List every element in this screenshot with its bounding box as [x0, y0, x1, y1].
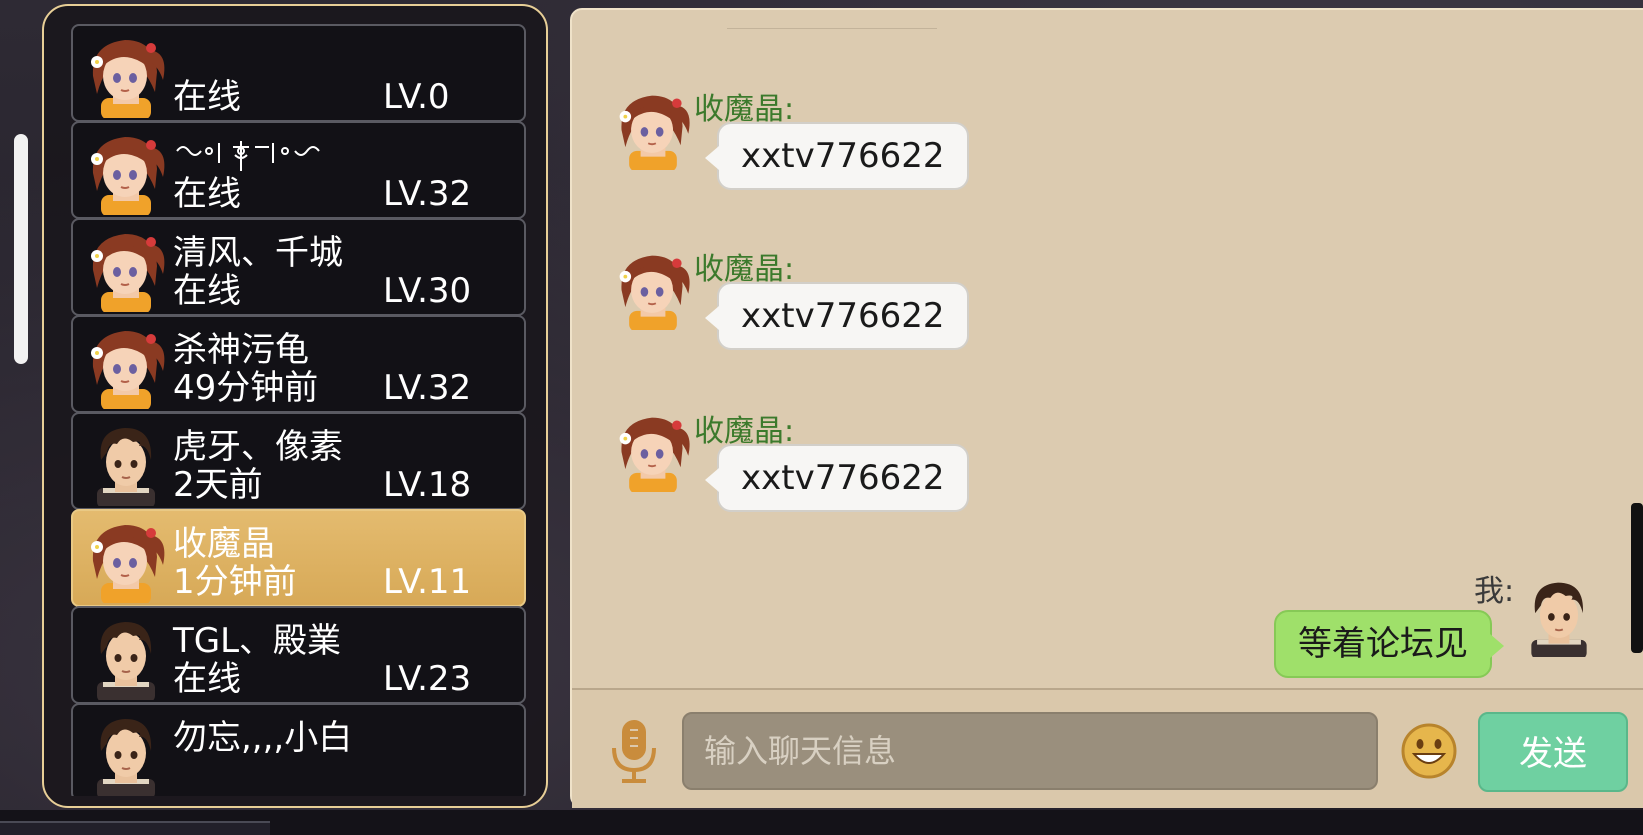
chat-message-input[interactable]	[682, 712, 1378, 790]
friend-level: LV.32	[383, 174, 472, 214]
friend-name: 勿忘,,,,小白	[173, 718, 353, 758]
friend-status: 49分钟前	[173, 368, 319, 408]
screen-scrollbar[interactable]	[14, 134, 28, 364]
chat-input-bar: 发送	[572, 688, 1643, 808]
friend-level: LV.18	[383, 465, 472, 505]
friend-status: 1分钟前	[173, 562, 297, 602]
boy-avatar-icon	[83, 711, 169, 796]
boy-avatar-icon	[1518, 575, 1600, 657]
message-bubble: xxtv776622	[705, 282, 969, 350]
boy-avatar-icon	[83, 420, 169, 506]
girl-avatar-icon	[612, 410, 694, 492]
chat-divider	[727, 28, 937, 29]
friend-status: 在线	[173, 174, 241, 214]
friend-row-selected[interactable]: 收魔晶 1分钟前 LV.11	[71, 509, 526, 607]
friend-name: 杀神污龟	[173, 330, 309, 370]
side-panel-edge	[1631, 503, 1643, 653]
bottom-tab	[0, 821, 270, 835]
chat-panel: 收魔晶: xxtv776622 收魔晶: xxtv776622 收魔晶: xxt…	[570, 8, 1643, 808]
boy-avatar-icon	[83, 614, 169, 700]
friend-name: 清风、千城	[173, 233, 343, 273]
friend-status: 2天前	[173, 465, 263, 505]
friend-row[interactable]: 在线 LV.32	[71, 121, 526, 219]
message-bubble: xxtv776622	[705, 444, 969, 512]
friend-name: TGL、殿業	[173, 621, 342, 661]
friend-level: LV.30	[383, 271, 472, 311]
friend-level: LV.11	[383, 562, 472, 602]
friend-status: 在线	[173, 77, 241, 117]
girl-avatar-icon	[612, 248, 694, 330]
friend-status: 在线	[173, 659, 241, 699]
friend-level: LV.32	[383, 368, 472, 408]
girl-avatar-icon	[83, 323, 169, 409]
send-button[interactable]: 发送	[1478, 712, 1628, 792]
my-message-bubble: 等着论坛见	[1274, 610, 1504, 678]
girl-avatar-icon	[83, 517, 169, 603]
smiley-face-icon[interactable]	[1400, 722, 1458, 780]
my-sender-label: 我:	[1474, 574, 1515, 609]
friend-row[interactable]: 勿忘,,,,小白	[71, 703, 526, 796]
friend-row[interactable]: 在线 LV.0	[71, 24, 526, 122]
girl-avatar-icon	[83, 226, 169, 312]
microphone-icon[interactable]	[610, 718, 658, 784]
friend-level: LV.23	[383, 659, 472, 699]
friend-status: 在线	[173, 271, 241, 311]
girl-avatar-icon	[83, 32, 169, 118]
friend-row[interactable]: 清风、千城 在线 LV.30	[71, 218, 526, 316]
message-bubble: xxtv776622	[705, 122, 969, 190]
friend-name: 收魔晶	[173, 524, 275, 564]
girl-avatar-icon	[612, 88, 694, 170]
friend-name: 虎牙、像素	[173, 427, 343, 467]
friend-row[interactable]: TGL、殿業 在线 LV.23	[71, 606, 526, 704]
decorative-symbol-name	[176, 141, 320, 171]
friend-row[interactable]: 虎牙、像素 2天前 LV.18	[71, 412, 526, 510]
friend-list-panel: 在线 LV.0 在线 LV.32 清风、千城 在线 LV.30 杀神污龟 49分…	[42, 4, 548, 808]
friend-level: LV.0	[383, 77, 450, 117]
girl-avatar-icon	[83, 129, 169, 215]
friend-list[interactable]: 在线 LV.0 在线 LV.32 清风、千城 在线 LV.30 杀神污龟 49分…	[71, 24, 526, 796]
friend-row[interactable]: 杀神污龟 49分钟前 LV.32	[71, 315, 526, 413]
